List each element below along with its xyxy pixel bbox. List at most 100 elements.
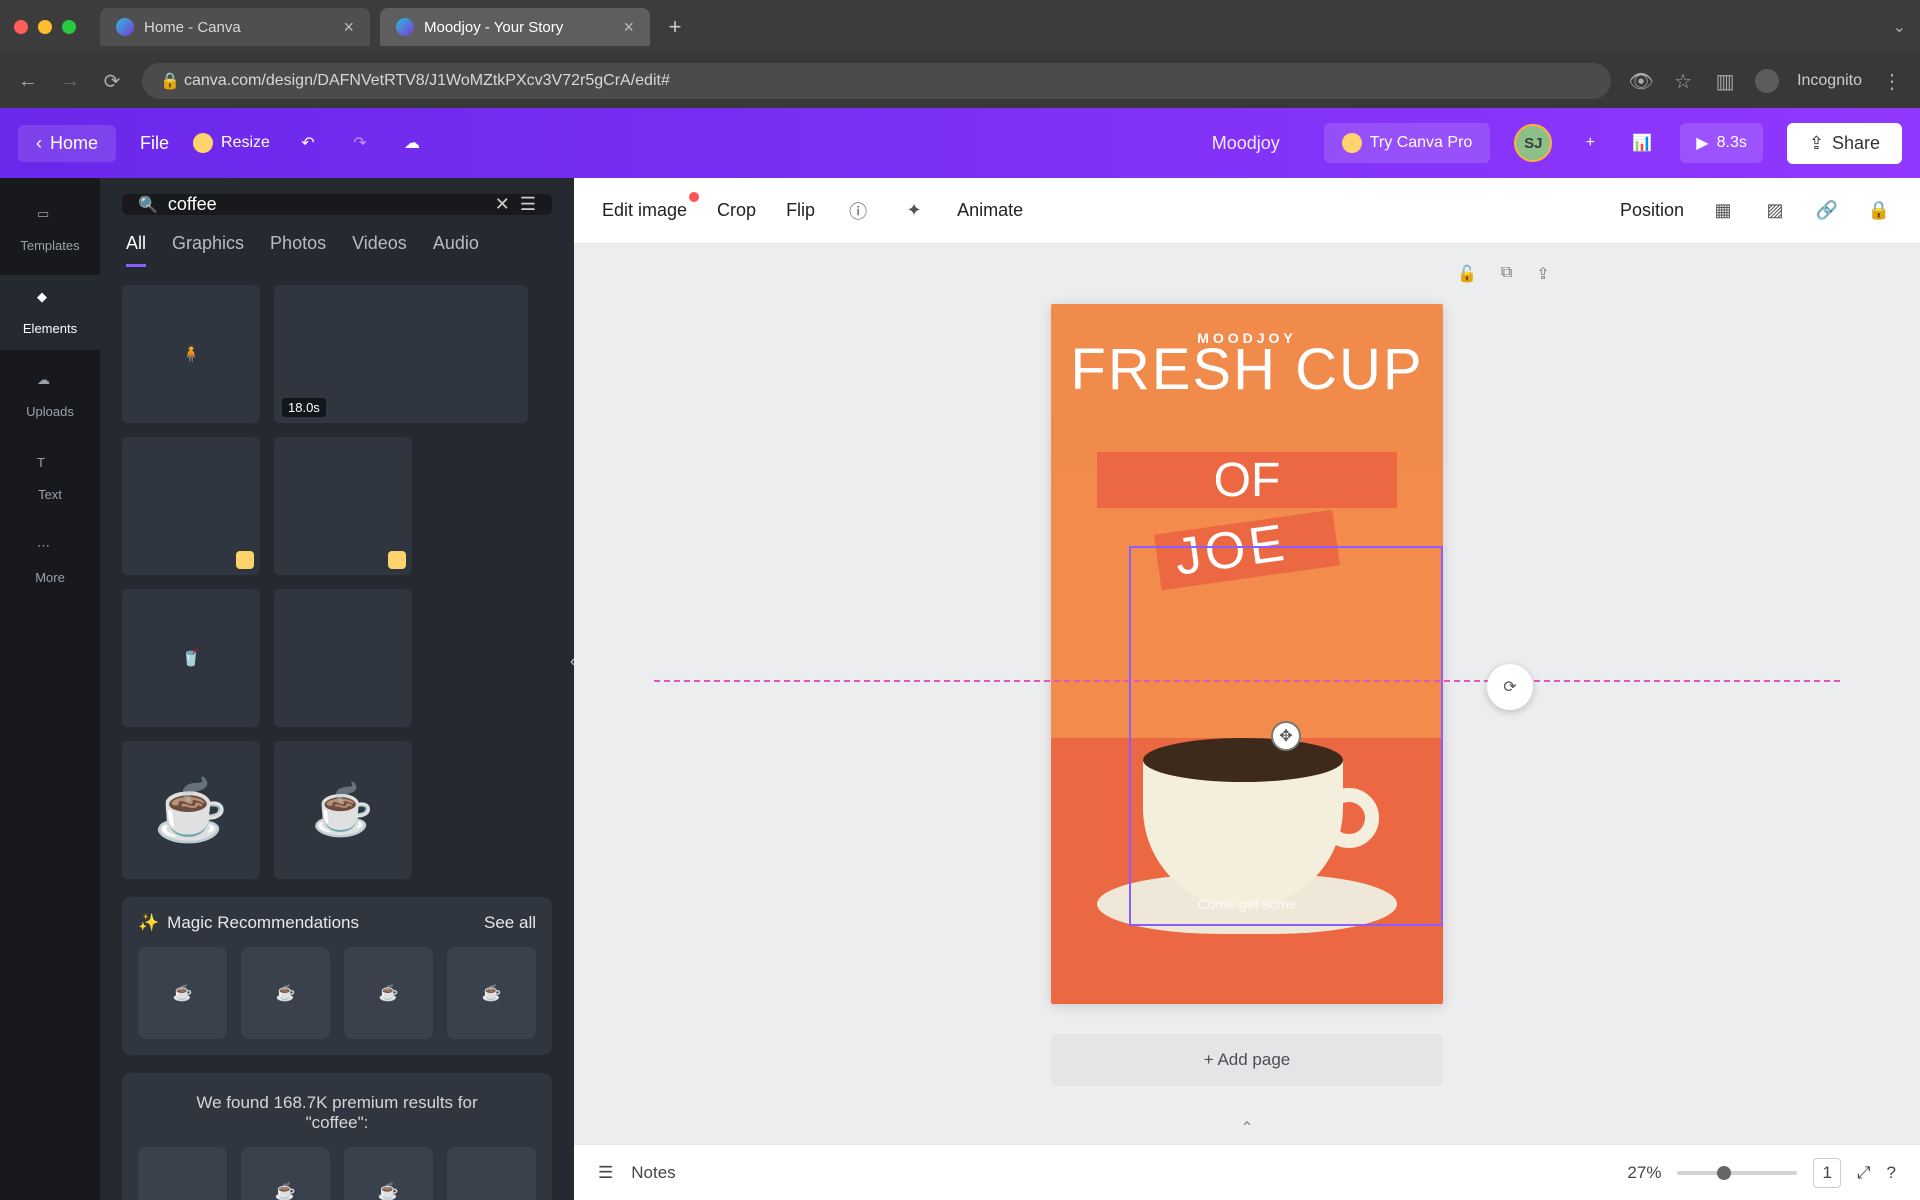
headline-of-band[interactable]: OF	[1097, 452, 1397, 508]
elements-search[interactable]: 🔍 ✕ ☰	[122, 194, 552, 215]
move-handle-icon[interactable]: ✥	[1271, 721, 1301, 751]
window-max-dot[interactable]	[62, 20, 76, 34]
tagline-text[interactable]: Come get some	[1051, 896, 1443, 912]
star-icon[interactable]: ☆	[1671, 69, 1695, 94]
animate-button[interactable]: Animate	[957, 200, 1023, 221]
flip-button[interactable]: Flip	[786, 200, 815, 221]
tabs-overflow-icon[interactable]: ⌄	[1893, 17, 1906, 37]
tab-all[interactable]: All	[126, 233, 146, 267]
result-graphic-person-coffee[interactable]: 🧍	[122, 285, 260, 423]
see-all-link[interactable]: See all	[484, 913, 536, 933]
window-min-dot[interactable]	[38, 20, 52, 34]
tab-graphics[interactable]: Graphics	[172, 233, 244, 267]
magic-item-steam-cup[interactable]: ☕	[241, 947, 330, 1039]
regenerate-button[interactable]: ⟳	[1487, 664, 1533, 710]
lock-icon[interactable]: 🔒	[1866, 198, 1892, 224]
eye-off-icon[interactable]: 👁	[1629, 69, 1653, 94]
magic-item-black-cup[interactable]: ☕	[447, 947, 536, 1039]
position-button[interactable]: Position	[1620, 200, 1684, 221]
rail-more[interactable]: ⋯ More	[0, 524, 100, 599]
result-graphic-cup-outline[interactable]: ☕	[122, 741, 260, 879]
clear-icon[interactable]: ✕	[495, 194, 510, 215]
file-menu[interactable]: File	[140, 133, 169, 154]
kebab-icon[interactable]: ⋮	[1880, 69, 1904, 94]
zoom-value[interactable]: 27%	[1627, 1163, 1661, 1183]
browser-tab-design[interactable]: Moodjoy - Your Story ×	[380, 8, 650, 46]
redo-icon[interactable]: ↷	[346, 133, 374, 153]
tab-videos[interactable]: Videos	[352, 233, 407, 267]
page-indicator[interactable]: 1	[1813, 1158, 1840, 1188]
color-icon[interactable]: ▦	[1710, 198, 1736, 224]
forward-icon[interactable]: →	[58, 70, 82, 93]
result-graphic-scattered-beans[interactable]	[274, 589, 412, 727]
browser-tab-home[interactable]: Home - Canva ×	[100, 8, 370, 46]
rail-uploads[interactable]: ☁ Uploads	[0, 358, 100, 433]
chevron-left-icon: ‹	[36, 133, 42, 154]
tab-audio[interactable]: Audio	[433, 233, 479, 267]
avatar[interactable]: SJ	[1514, 124, 1552, 162]
add-user-icon[interactable]: +	[1576, 134, 1604, 152]
premium-item-4[interactable]	[447, 1147, 536, 1200]
document-title[interactable]: Moodjoy	[1212, 133, 1280, 154]
edit-image-button[interactable]: Edit image	[602, 200, 687, 221]
result-video-barista[interactable]: 18.0s	[274, 285, 528, 423]
design-page[interactable]: MOODJOY FRESH CUP OF JOE Come get some ✥	[1051, 304, 1443, 1004]
rail-templates[interactable]: ▭ Templates	[0, 192, 100, 267]
zoom-knob[interactable]	[1717, 1166, 1731, 1180]
notes-icon[interactable]: ☰	[598, 1163, 613, 1183]
side-panel-icon[interactable]: ▥	[1713, 69, 1737, 94]
canva-favicon	[396, 18, 414, 36]
insights-icon[interactable]: 📊	[1628, 133, 1656, 153]
close-icon[interactable]: ×	[343, 17, 354, 38]
effects-icon[interactable]: ✦	[901, 198, 927, 224]
text-icon: T	[37, 455, 63, 481]
transparency-icon[interactable]: ▨	[1762, 198, 1788, 224]
canvas-area[interactable]: 🔓 ⧉ ⇪ MOODJOY FRESH CUP OF JOE Come get …	[574, 244, 1920, 1144]
window-close-dot[interactable]	[14, 20, 28, 34]
rail-elements[interactable]: ◆ Elements	[0, 275, 100, 350]
chevron-up-icon[interactable]: ⌃	[1240, 1118, 1253, 1138]
back-icon[interactable]: ←	[16, 70, 40, 93]
result-graphic-pink-cup[interactable]: 🥤	[122, 589, 260, 727]
present-button[interactable]: ▶ 8.3s	[1680, 123, 1763, 163]
try-pro-button[interactable]: Try Canva Pro	[1324, 123, 1491, 163]
search-input[interactable]	[168, 194, 485, 215]
notes-button[interactable]: Notes	[631, 1163, 675, 1183]
close-icon[interactable]: ×	[623, 17, 634, 38]
unlock-page-icon[interactable]: 🔓	[1457, 264, 1477, 284]
premium-item-2[interactable]: ☕	[241, 1147, 330, 1200]
premium-item-3[interactable]: ☕	[344, 1147, 433, 1200]
sparkle-icon: ✨	[138, 913, 159, 933]
result-graphic-cup-saucer[interactable]: ☕	[274, 741, 412, 879]
collapse-panel-handle[interactable]	[564, 618, 574, 708]
rail-text[interactable]: T Text	[0, 441, 100, 516]
fullscreen-icon[interactable]: ⤢	[1857, 1163, 1871, 1183]
profile-label: Incognito	[1797, 72, 1862, 90]
premium-item-1[interactable]	[138, 1147, 227, 1200]
new-badge-dot	[689, 192, 699, 202]
duplicate-page-icon[interactable]: ⧉	[1501, 264, 1512, 284]
canva-favicon	[116, 18, 134, 36]
headline-fresh-cup[interactable]: FRESH CUP	[1051, 344, 1443, 396]
link-icon[interactable]: 🔗	[1814, 198, 1840, 224]
result-graphic-beans[interactable]	[122, 437, 260, 575]
resize-button[interactable]: Resize	[193, 133, 270, 153]
zoom-slider[interactable]	[1677, 1171, 1797, 1175]
upload-page-icon[interactable]: ⇪	[1536, 264, 1549, 284]
filter-icon[interactable]: ☰	[520, 194, 536, 215]
magic-item-latte-art[interactable]: ☕	[344, 947, 433, 1039]
reload-icon[interactable]: ⟳	[100, 69, 124, 94]
result-graphic-woman-line[interactable]	[274, 437, 412, 575]
help-icon[interactable]: ?	[1887, 1163, 1896, 1183]
info-icon[interactable]: ⓘ	[845, 198, 871, 224]
tab-photos[interactable]: Photos	[270, 233, 326, 267]
selection-box[interactable]: ✥	[1129, 546, 1443, 926]
new-tab-button[interactable]: +	[660, 12, 690, 42]
undo-icon[interactable]: ↶	[294, 133, 322, 153]
add-page-button[interactable]: + Add page	[1051, 1034, 1443, 1086]
share-button[interactable]: ⇪ Share	[1787, 123, 1902, 164]
address-bar[interactable]: 🔒 canva.com/design/DAFNVetRTV8/J1WoMZtkP…	[142, 63, 1611, 99]
crop-button[interactable]: Crop	[717, 200, 756, 221]
home-button[interactable]: ‹ Home	[18, 125, 116, 162]
magic-item-cup-top[interactable]: ☕	[138, 947, 227, 1039]
